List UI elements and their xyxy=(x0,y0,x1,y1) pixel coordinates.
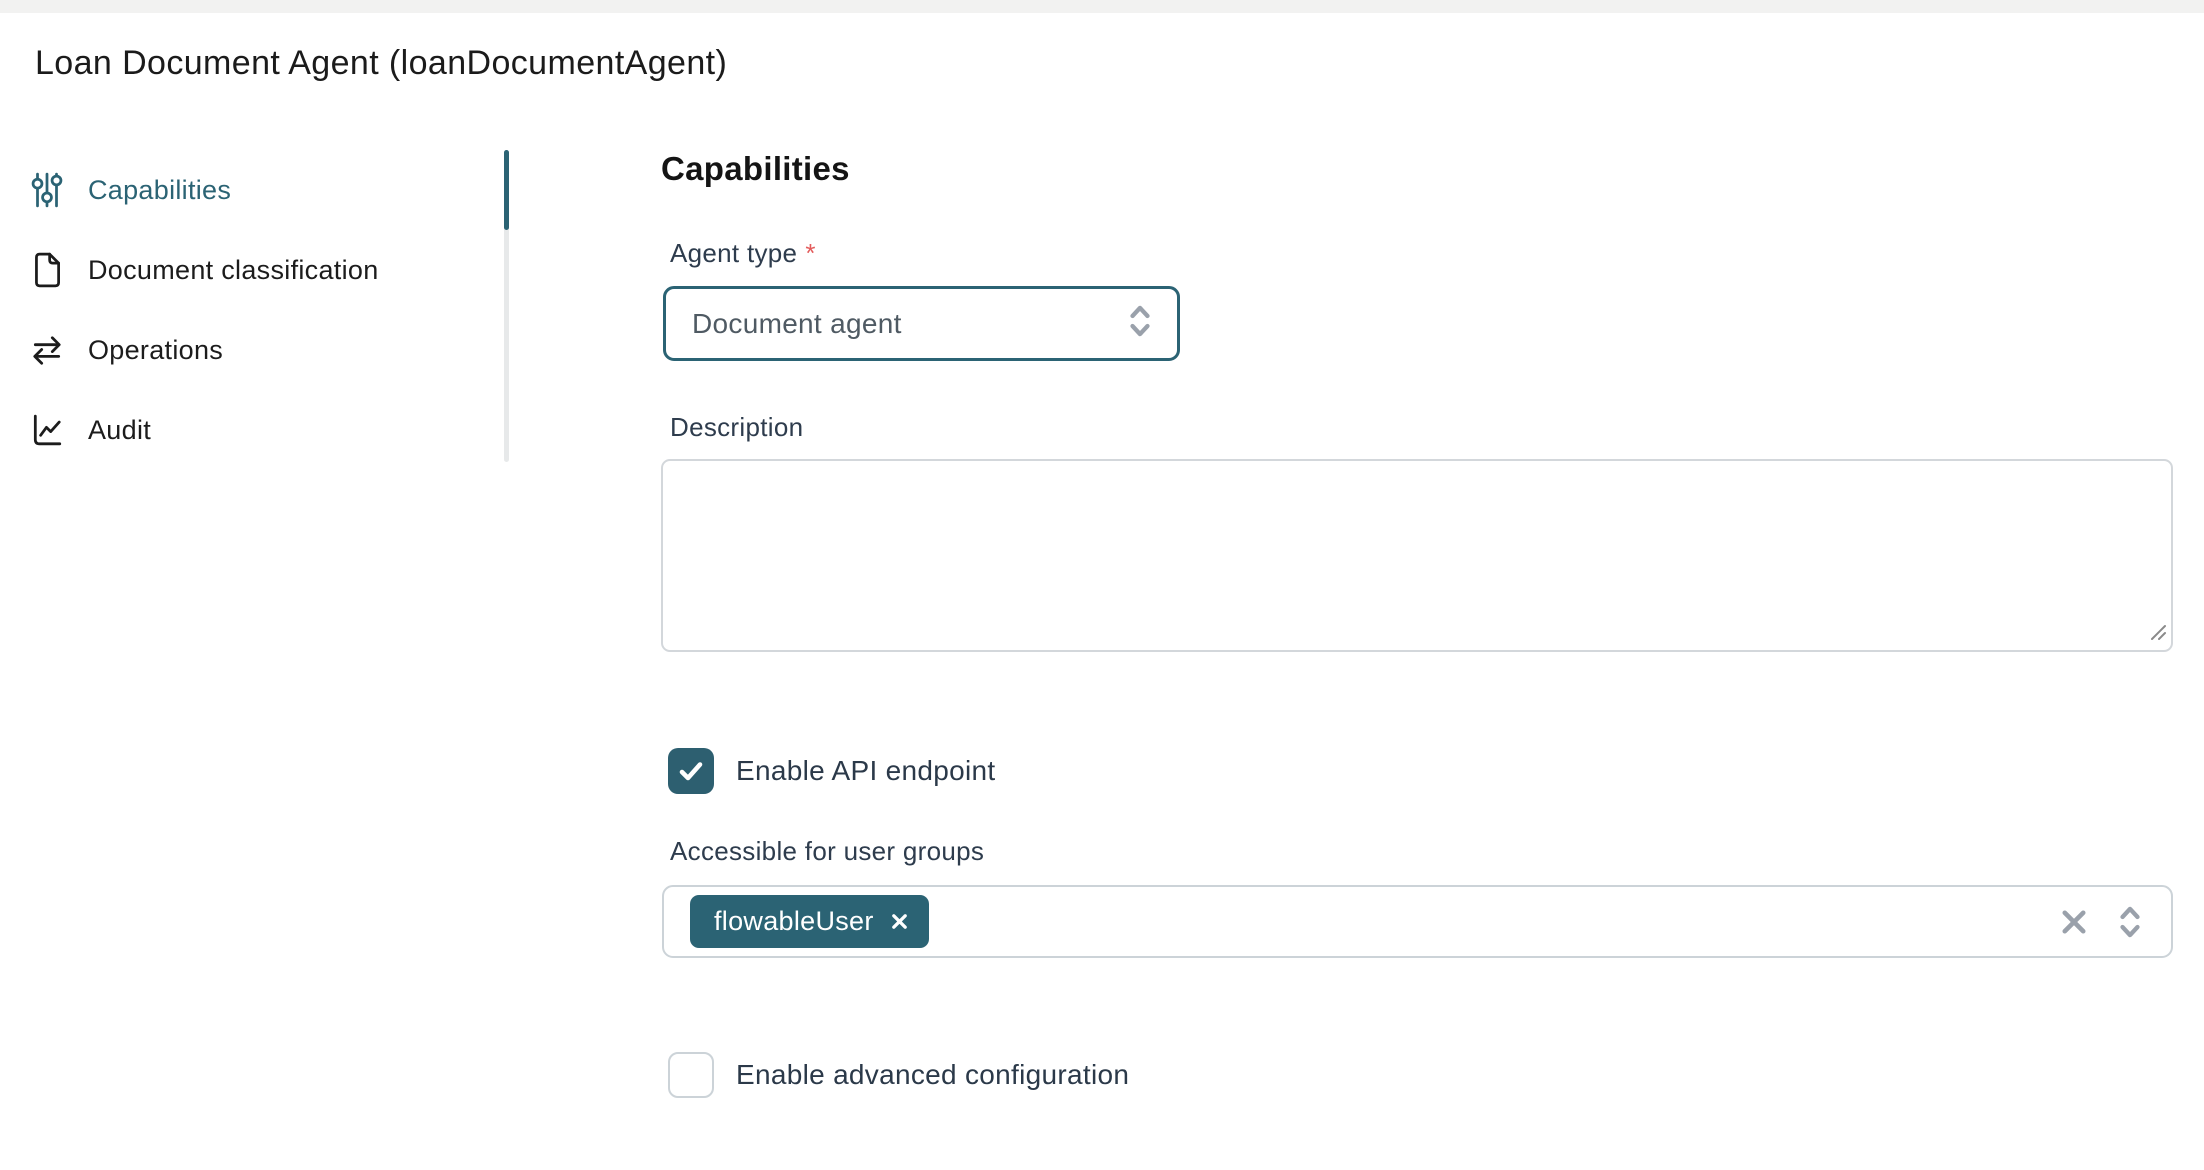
sidebar-item-label: Audit xyxy=(88,415,151,446)
line-chart-icon xyxy=(30,411,64,449)
user-group-tag-label: flowableUser xyxy=(714,906,874,937)
description-label: Description xyxy=(670,412,803,443)
sidebar-divider xyxy=(504,150,509,462)
checkmark-icon xyxy=(676,756,706,786)
chevron-up-down-icon xyxy=(1125,301,1155,346)
sidebar-item-label: Capabilities xyxy=(88,175,231,206)
description-field-wrap xyxy=(661,459,2173,652)
user-groups-multiselect[interactable]: flowableUser xyxy=(662,885,2173,958)
user-group-tag: flowableUser xyxy=(690,895,929,948)
user-groups-label: Accessible for user groups xyxy=(670,836,984,867)
api-endpoint-row: Enable API endpoint xyxy=(668,748,995,794)
advanced-config-label: Enable advanced configuration xyxy=(736,1059,1129,1091)
sidebar-item-operations[interactable]: Operations xyxy=(30,310,223,390)
agent-type-select[interactable]: Document agent xyxy=(663,286,1180,361)
sidebar-item-label: Document classification xyxy=(88,255,379,286)
sidebar-item-document-classification[interactable]: Document classification xyxy=(30,230,379,310)
page-title: Loan Document Agent (loanDocumentAgent) xyxy=(35,44,727,83)
agent-type-value: Document agent xyxy=(692,308,1125,340)
required-asterisk: * xyxy=(805,238,815,268)
tag-remove-icon[interactable] xyxy=(890,912,909,931)
top-bar xyxy=(0,0,2204,13)
api-endpoint-label: Enable API endpoint xyxy=(736,755,995,787)
swap-arrows-icon xyxy=(30,331,64,369)
api-endpoint-checkbox[interactable] xyxy=(668,748,714,794)
advanced-config-row: Enable advanced configuration xyxy=(668,1052,1129,1098)
sidebar-item-capabilities[interactable]: Capabilities xyxy=(30,150,231,230)
clear-selection-icon[interactable] xyxy=(2059,907,2089,937)
section-heading: Capabilities xyxy=(661,150,850,188)
active-tab-indicator xyxy=(504,150,509,230)
agent-type-label: Agent type* xyxy=(670,238,816,269)
sidebar-item-audit[interactable]: Audit xyxy=(30,390,151,470)
multiselect-actions xyxy=(2059,887,2171,956)
sidebar-item-label: Operations xyxy=(88,335,223,366)
description-textarea[interactable] xyxy=(661,459,2173,652)
chevron-up-down-icon[interactable] xyxy=(2115,902,2145,942)
advanced-config-checkbox[interactable] xyxy=(668,1052,714,1098)
document-icon xyxy=(30,251,64,289)
sliders-icon xyxy=(30,171,64,209)
